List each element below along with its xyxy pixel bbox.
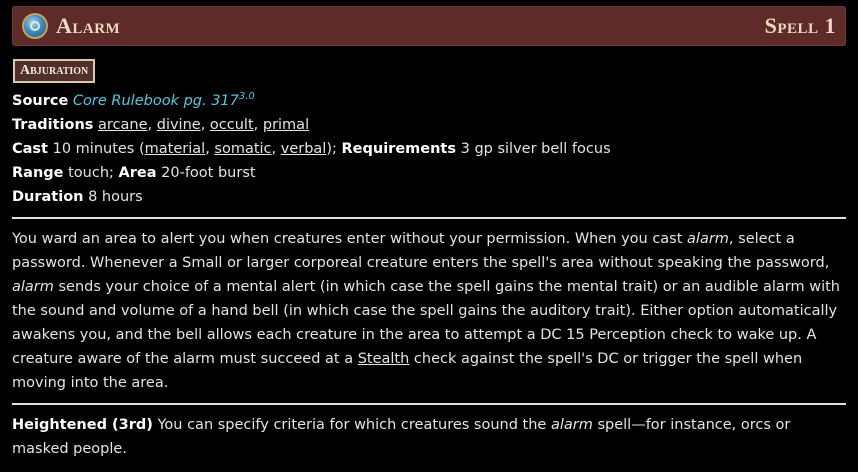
traditions-line: Traditions arcane, divine, occult, prima… xyxy=(12,116,310,133)
component-somatic[interactable]: somatic xyxy=(214,141,271,157)
cast-line: Cast 10 minutes (material, somatic, verb… xyxy=(12,140,611,157)
spell-title: Alarm xyxy=(56,13,121,38)
heightened-alarm: alarm xyxy=(550,416,593,433)
range-value: touch xyxy=(68,164,110,181)
desc-text-1: You ward an area to alert you when creat… xyxy=(12,230,688,247)
source-version: 3.0 xyxy=(238,91,255,102)
desc-alarm-1: alarm xyxy=(687,230,729,247)
spell-school-icon-inner xyxy=(30,21,40,31)
range-label: Range xyxy=(12,164,64,181)
component-material[interactable]: material xyxy=(145,141,206,157)
spell-level: Spell 1 xyxy=(764,13,836,38)
range-line: Range touch; Area 20-foot burst xyxy=(12,164,256,181)
spell-card: Alarm Spell 1 Abjuration Source Core Rul… xyxy=(0,0,858,461)
area-value: 20-foot burst xyxy=(161,164,256,181)
tradition-arcane[interactable]: arcane xyxy=(98,117,148,133)
spell-stats: Source Core Rulebook pg. 3173.0 Traditio… xyxy=(12,85,846,209)
requirements-label: Requirements xyxy=(341,140,457,157)
component-verbal[interactable]: verbal xyxy=(281,141,327,157)
desc-alarm-2: alarm xyxy=(12,278,54,295)
divider-top xyxy=(12,216,846,219)
source-label: Source xyxy=(12,92,69,109)
spell-school-icon xyxy=(22,13,48,39)
duration-label: Duration xyxy=(12,188,84,205)
trait-abjuration[interactable]: Abjuration xyxy=(13,59,96,83)
divider-bottom xyxy=(12,402,846,405)
heightened-label: Heightened (3rd) xyxy=(12,416,153,433)
requirements-value: 3 gp silver bell focus xyxy=(460,140,611,157)
stealth-link[interactable]: Stealth xyxy=(358,351,410,367)
source-link[interactable]: Core Rulebook pg. 317 xyxy=(73,93,239,109)
header-left: Alarm xyxy=(22,13,120,39)
tradition-occult[interactable]: occult xyxy=(210,117,254,133)
heightened-entry: Heightened (3rd) You can specify criteri… xyxy=(12,413,846,461)
traditions-label: Traditions xyxy=(12,116,94,133)
spell-header: Alarm Spell 1 xyxy=(12,6,846,46)
tradition-divine[interactable]: divine xyxy=(157,117,201,133)
cast-label: Cast xyxy=(12,140,48,157)
cast-time: 10 minutes xyxy=(52,140,135,157)
spell-description: You ward an area to alert you when creat… xyxy=(12,227,846,395)
duration-line: Duration 8 hours xyxy=(12,185,846,209)
duration-value: 8 hours xyxy=(88,188,143,205)
tradition-primal[interactable]: primal xyxy=(263,117,309,133)
heightened-text-1: You can specify criteria for which creat… xyxy=(152,416,551,433)
source-line: Source Core Rulebook pg. 3173.0 xyxy=(12,85,846,113)
area-label: Area xyxy=(118,164,157,181)
